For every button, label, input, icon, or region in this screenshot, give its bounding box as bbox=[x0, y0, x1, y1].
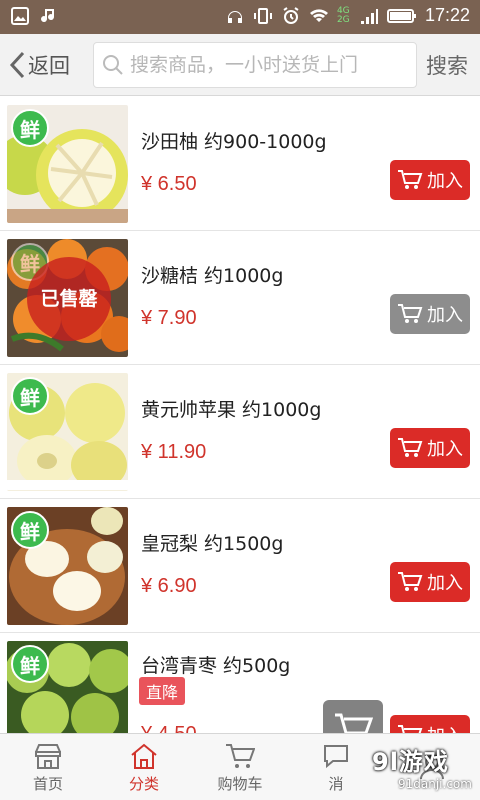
alarm-icon bbox=[283, 6, 299, 24]
add-to-cart-button[interactable]: 加入 bbox=[390, 428, 470, 468]
product-price: ¥ 4.50 bbox=[141, 723, 197, 733]
add-label: 加入 bbox=[427, 722, 463, 733]
product-item[interactable]: 鲜 台湾青枣 约500g 直降 ¥ 4.50 加入 bbox=[0, 633, 480, 733]
product-item[interactable]: 鲜 沙田柚 约900-1000g ¥ 6.50 加入 bbox=[0, 97, 480, 231]
watermark: 9l游戏 91danji.com bbox=[372, 742, 476, 798]
cart-icon bbox=[398, 304, 423, 323]
clock: 17:22 bbox=[424, 5, 470, 25]
product-list: 鲜 沙田柚 约900-1000g ¥ 6.50 加入 鲜 已售罄 沙糖桔 约10… bbox=[0, 97, 480, 733]
fresh-badge: 鲜 bbox=[11, 511, 49, 549]
add-to-cart-button[interactable]: 加入 bbox=[390, 562, 470, 602]
product-name: 皇冠梨 约1500g bbox=[141, 533, 284, 555]
product-image-pear: 鲜 bbox=[7, 507, 128, 625]
product-item[interactable]: 鲜 已售罄 沙糖桔 约1000g ¥ 7.90 加入 bbox=[0, 231, 480, 365]
fresh-badge: 鲜 bbox=[11, 109, 49, 147]
product-name: 台湾青枣 约500g bbox=[141, 655, 291, 677]
headphones-icon bbox=[227, 10, 242, 23]
product-price: ¥ 6.50 bbox=[141, 173, 197, 195]
add-label: 加入 bbox=[427, 305, 463, 326]
tab-cart[interactable]: 购物车 bbox=[192, 734, 288, 800]
music-icon bbox=[41, 9, 55, 23]
network-label: 4G 2G bbox=[336, 5, 350, 25]
cart-icon bbox=[398, 438, 423, 457]
price-drop-badge: 直降 bbox=[139, 677, 186, 705]
chevron-left-icon bbox=[9, 51, 25, 79]
tab-category[interactable]: 分类 bbox=[96, 734, 192, 800]
search-icon bbox=[103, 55, 123, 75]
tab-label: 消 bbox=[328, 774, 344, 793]
tab-label: 分类 bbox=[128, 774, 159, 793]
store-icon bbox=[35, 743, 61, 769]
vibrate-icon bbox=[253, 7, 272, 24]
home-icon bbox=[131, 743, 157, 769]
product-price: ¥ 7.90 bbox=[141, 307, 197, 329]
add-to-cart-button[interactable]: 加入 bbox=[390, 160, 470, 200]
product-image-apple: 鲜 bbox=[7, 373, 128, 491]
add-to-cart-button[interactable]: 加入 bbox=[390, 715, 470, 733]
add-label: 加入 bbox=[427, 573, 463, 594]
search-button[interactable]: 搜索 bbox=[426, 50, 468, 80]
add-to-cart-button-disabled[interactable]: 加入 bbox=[390, 294, 470, 334]
cart-icon bbox=[398, 572, 423, 591]
product-name: 黄元帅苹果 约1000g bbox=[141, 399, 322, 421]
cart-icon bbox=[226, 743, 255, 768]
product-image-jujube: 鲜 bbox=[7, 641, 128, 733]
cart-icon bbox=[398, 725, 423, 733]
product-name: 沙糖桔 约1000g bbox=[141, 265, 284, 287]
battery-icon bbox=[386, 8, 416, 23]
product-item[interactable]: 鲜 黄元帅苹果 约1000g ¥ 11.90 加入 bbox=[0, 365, 480, 499]
signal-icon bbox=[360, 8, 378, 24]
fresh-badge: 鲜 bbox=[11, 377, 49, 415]
message-icon bbox=[324, 744, 348, 768]
watermark-brand: 9l游戏 bbox=[372, 748, 449, 776]
product-price: ¥ 6.90 bbox=[141, 575, 197, 597]
add-label: 加入 bbox=[427, 171, 463, 192]
back-label: 返回 bbox=[28, 54, 70, 78]
watermark-url: 91danji.com bbox=[398, 777, 472, 791]
wifi-icon bbox=[309, 8, 328, 22]
top-bar: 返回 搜索 bbox=[0, 34, 480, 96]
search-box[interactable] bbox=[93, 42, 417, 88]
product-image-tangerine: 鲜 已售罄 bbox=[7, 239, 128, 357]
product-image-pomelo: 鲜 bbox=[7, 105, 128, 223]
search-input[interactable] bbox=[130, 54, 410, 76]
product-price: ¥ 11.90 bbox=[141, 441, 207, 463]
tab-label: 首页 bbox=[32, 774, 63, 793]
status-bar: 4G 2G 17:22 bbox=[0, 0, 480, 34]
cart-icon bbox=[398, 170, 423, 189]
sold-out-badge: 已售罄 bbox=[27, 257, 111, 341]
tab-messages[interactable]: 消 bbox=[288, 734, 384, 800]
product-item[interactable]: 鲜 皇冠梨 约1500g ¥ 6.90 加入 bbox=[0, 499, 480, 633]
product-name: 沙田柚 约900-1000g bbox=[141, 131, 327, 153]
add-label: 加入 bbox=[427, 439, 463, 460]
tab-home[interactable]: 首页 bbox=[0, 734, 96, 800]
fresh-badge: 鲜 bbox=[11, 645, 49, 683]
gallery-icon bbox=[11, 7, 29, 25]
tab-label: 购物车 bbox=[217, 774, 263, 793]
back-button[interactable]: 返回 bbox=[8, 48, 70, 82]
